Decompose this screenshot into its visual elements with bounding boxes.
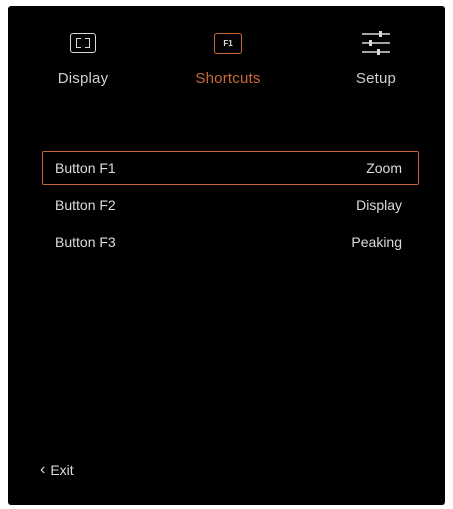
display-icon	[65, 28, 101, 58]
shortcut-row-f1[interactable]: Button F1 Zoom	[42, 151, 419, 185]
shortcut-row-f2[interactable]: Button F2 Display	[42, 188, 419, 222]
chevron-left-icon: ‹	[40, 461, 46, 478]
tab-shortcuts[interactable]: F1 Shortcuts	[173, 28, 283, 98]
shortcuts-screen: Display F1 Shortcuts Setup Button F1 Zoo…	[8, 6, 445, 505]
shortcut-value: Display	[356, 197, 402, 213]
shortcut-value: Peaking	[351, 234, 402, 250]
exit-label: Exit	[50, 462, 74, 478]
tab-display-label: Display	[57, 70, 109, 87]
tab-setup[interactable]: Setup	[321, 28, 431, 98]
tab-display[interactable]: Display	[28, 28, 138, 98]
exit-button[interactable]: ‹ Exit	[40, 461, 74, 479]
sliders-icon	[358, 28, 394, 58]
shortcut-button-label: Button F3	[55, 234, 116, 250]
shortcut-list: Button F1 Zoom Button F2 Display Button …	[42, 151, 419, 262]
shortcut-row-f3[interactable]: Button F3 Peaking	[42, 225, 419, 259]
tab-bar: Display F1 Shortcuts Setup	[8, 6, 445, 116]
shortcut-value: Zoom	[366, 160, 402, 176]
shortcut-button-label: Button F1	[55, 160, 116, 176]
tab-shortcuts-label: Shortcuts	[195, 70, 261, 87]
shortcut-button-label: Button F2	[55, 197, 116, 213]
tab-setup-label: Setup	[355, 70, 397, 87]
f1-icon: F1	[214, 32, 242, 54]
